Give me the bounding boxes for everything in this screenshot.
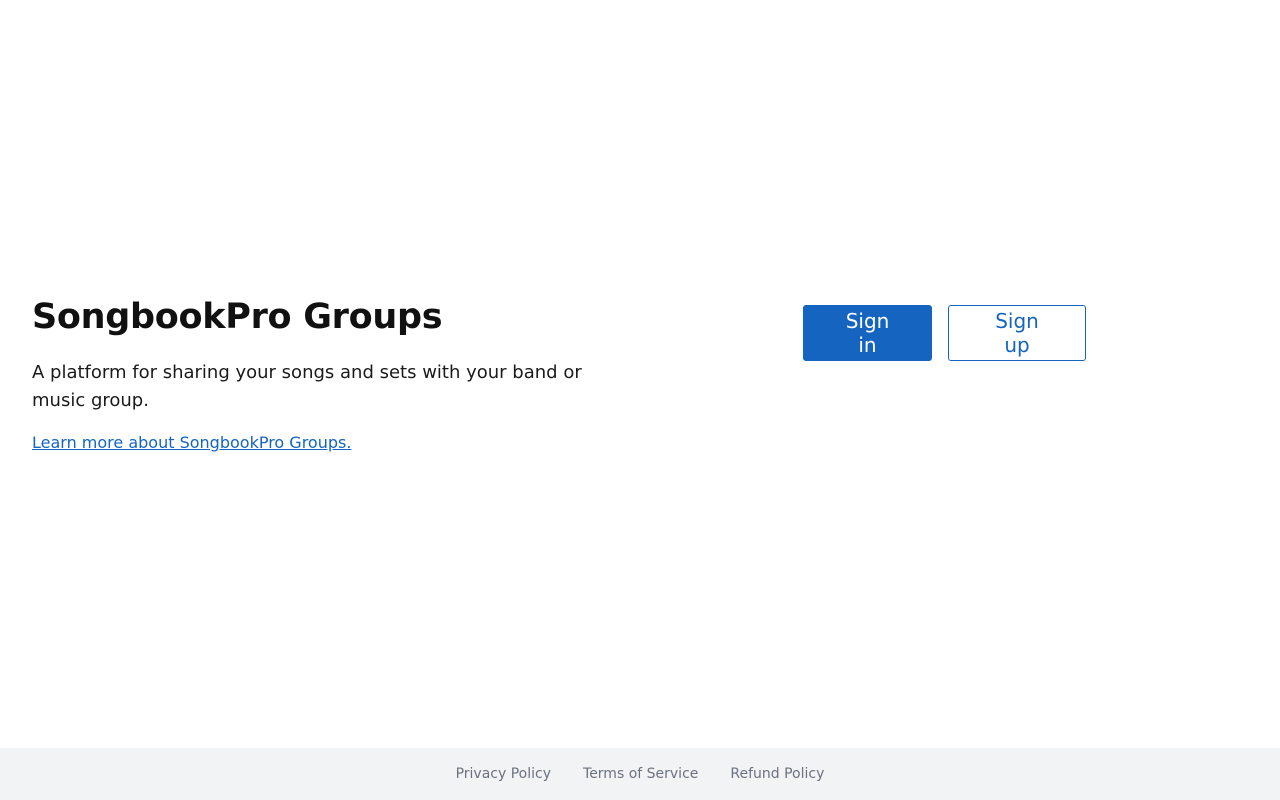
auth-buttons: Sign in Sign up — [803, 305, 1086, 361]
sign-in-button[interactable]: Sign in — [803, 305, 932, 361]
page-description: A platform for sharing your songs and se… — [32, 362, 582, 411]
refund-policy-link[interactable]: Refund Policy — [730, 766, 824, 782]
page: SongbookPro Groups A platform for sharin… — [0, 0, 1280, 800]
sign-up-button[interactable]: Sign up — [948, 305, 1086, 361]
terms-of-service-link[interactable]: Terms of Service — [583, 766, 698, 782]
hero-section: SongbookPro Groups A platform for sharin… — [32, 292, 632, 454]
footer: Privacy Policy Terms of Service Refund P… — [0, 748, 1280, 800]
page-title: SongbookPro Groups — [32, 297, 443, 337]
learn-more-link[interactable]: Learn more about SongbookPro Groups. — [32, 432, 351, 454]
privacy-policy-link[interactable]: Privacy Policy — [456, 766, 551, 782]
main-content: SongbookPro Groups A platform for sharin… — [0, 0, 1280, 748]
